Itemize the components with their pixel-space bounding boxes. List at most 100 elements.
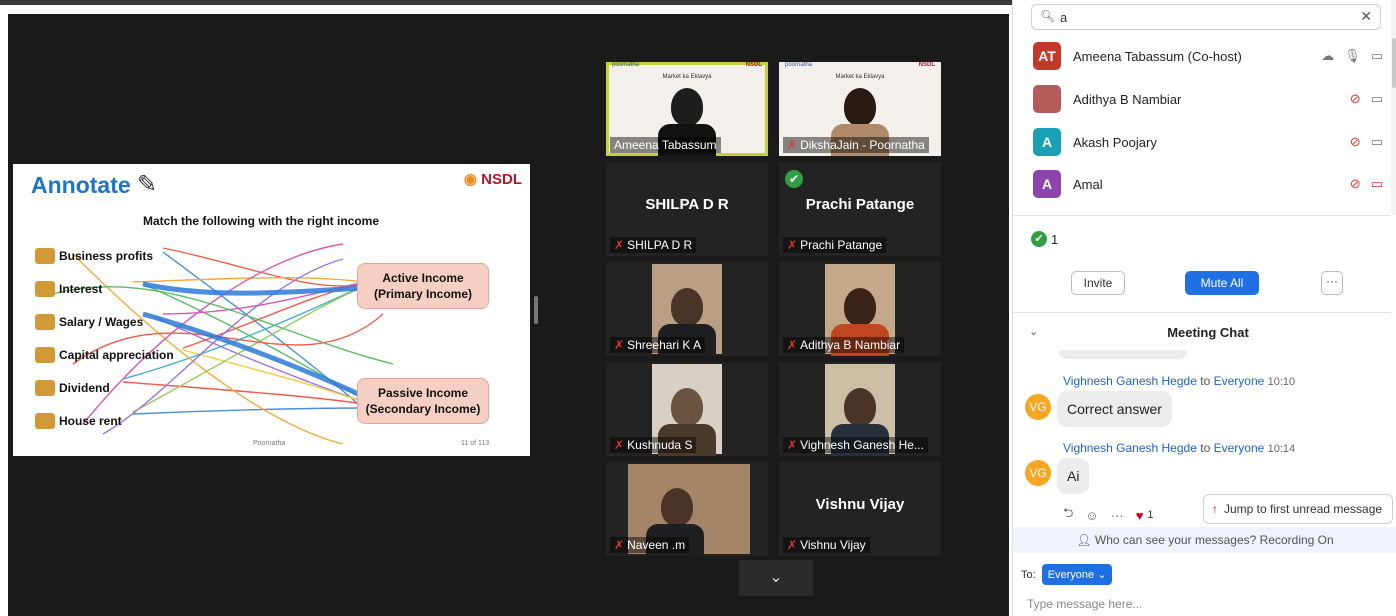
avatar: VG — [1025, 394, 1051, 420]
avatar: AT — [1033, 42, 1061, 70]
participant-head — [671, 88, 703, 126]
tile-name-label: ✗ Kushnuda S — [610, 437, 697, 453]
recipient-select[interactable]: Everyone ⌄ — [1041, 564, 1113, 585]
more-options-button[interactable]: ··· — [1321, 271, 1343, 295]
tile-name-label: ✗ DikshaJain - Poornatha — [783, 137, 929, 153]
close-icon[interactable]: ✕ — [1360, 8, 1372, 25]
video-tile[interactable]: ✗ Shreehari K A — [606, 262, 768, 356]
nonverbal-feedback-count: ✔ 1 — [1031, 231, 1058, 247]
scrollbar-thumb[interactable] — [1392, 38, 1396, 88]
tile-name-label: Ameena Tabassum — [610, 137, 721, 153]
participant-head — [671, 288, 703, 326]
jump-to-unread-button[interactable]: ↑ Jump to first unread message — [1203, 494, 1393, 524]
splitter-handle[interactable] — [534, 296, 538, 324]
slide-title: Annotate — [31, 172, 131, 198]
avatar: A — [1033, 170, 1061, 198]
participant-name: Akash Poojary — [1073, 134, 1157, 150]
side-panel: 🔍︎ a ✕ AT Ameena Tabassum (Co-host) ☁ 🎙︎… — [1012, 0, 1396, 616]
mute-all-button[interactable]: Mute All — [1185, 271, 1259, 295]
mic-muted-icon: ✗ — [614, 238, 625, 252]
item-icon — [35, 346, 55, 363]
slide-page-number: 11 of 113 — [461, 440, 490, 447]
chat-message-bubble: Ai — [1057, 458, 1090, 494]
add-reaction-icon[interactable]: ☺ — [1085, 508, 1098, 523]
income-item: Interest — [35, 272, 174, 305]
income-item: Capital appreciation — [35, 338, 174, 371]
item-icon — [35, 280, 55, 297]
video-tile[interactable]: ✗ Naveen .m — [606, 462, 768, 556]
chevron-down-icon: ⌄ — [1097, 569, 1107, 581]
microphone-muted-icon[interactable]: ⊘ — [1350, 91, 1361, 107]
mic-muted-icon: ✗ — [787, 538, 798, 552]
participant-row[interactable]: A Akash Poojary ⊘ ▭ — [1033, 124, 1383, 160]
tile-slide-header: poornatha NSDL — [612, 62, 762, 68]
video-tile[interactable]: Vishnu Vijay ✗ Vishnu Vijay — [779, 462, 941, 556]
invite-button[interactable]: Invite — [1071, 271, 1125, 295]
video-tile[interactable]: poornatha NSDL Market ka Eklavya Ameena T… — [606, 62, 768, 156]
video-camera-icon[interactable]: ▭ — [1371, 134, 1383, 150]
slide-heading: Match the following with the right incom… — [143, 214, 379, 228]
participant-row[interactable]: A Amal ⊘ ▭ — [1033, 166, 1383, 202]
video-camera-off-icon[interactable]: ▭ — [1371, 176, 1383, 192]
message-recipient: Everyone — [1213, 374, 1265, 388]
message-sender[interactable]: Vighnesh Ganesh Hegde — [1063, 374, 1197, 388]
participant-head — [844, 388, 876, 426]
search-icon: 🔍︎ — [1040, 9, 1056, 23]
participant-list-scrollbar[interactable] — [1391, 0, 1396, 215]
tile-center-name: SHILPA D R — [645, 196, 729, 213]
chat-header: ⌄ Meeting Chat — [1013, 316, 1391, 350]
mic-muted-icon: ✗ — [787, 338, 798, 352]
income-items-list: Business profits Interest Salary / Wages… — [35, 239, 174, 437]
tile-name-label: ✗ Prachi Patange — [783, 237, 887, 253]
participant-search-input[interactable]: 🔍︎ a ✕ — [1031, 4, 1381, 30]
mic-muted-icon: ✗ — [614, 338, 625, 352]
reply-icon[interactable]: ⮌ — [1063, 504, 1073, 526]
chat-message-input[interactable]: Type message here... — [1027, 597, 1142, 611]
gallery-next-page-button[interactable]: ⌄ — [739, 560, 813, 596]
mic-muted-icon: ✗ — [787, 438, 798, 452]
tile-slide-subtitle: Market ka Eklavya — [662, 74, 712, 80]
item-icon — [35, 412, 55, 429]
privacy-notice[interactable]: 👤︎ Who can see your messages? Recording … — [1013, 527, 1396, 553]
income-item: Business profits — [35, 239, 174, 272]
avatar: A — [1033, 128, 1061, 156]
microphone-muted-icon[interactable]: ⊘ — [1350, 176, 1361, 192]
avatar: VG — [1025, 460, 1051, 486]
heart-icon[interactable]: ♥ — [1136, 508, 1144, 523]
to-label: To: — [1021, 568, 1036, 581]
video-tile[interactable]: poornatha NSDL Market ka Eklavya ✗ DikshaJ… — [779, 62, 941, 156]
tile-name-label: ✗ Naveen .m — [610, 537, 690, 553]
tile-center-name: Prachi Patange — [805, 196, 915, 213]
chat-title: Meeting Chat — [1167, 325, 1249, 340]
participant-name: Adithya B Nambiar — [1073, 91, 1182, 107]
tile-center-name: Vishnu Vijay — [815, 496, 905, 513]
tile-slide-header: poornatha NSDL — [785, 62, 935, 68]
item-icon — [35, 379, 55, 396]
tile-name-label: ✗ Adithya B Nambiar — [783, 337, 905, 353]
divider — [1013, 215, 1391, 216]
video-tile[interactable]: ✗ Adithya B Nambiar — [779, 262, 941, 356]
video-tile[interactable]: ✗ Kushnuda S — [606, 362, 768, 456]
message-sender[interactable]: Vighnesh Ganesh Hegde — [1063, 441, 1197, 455]
more-icon[interactable]: ··· — [1111, 508, 1124, 523]
recipient-row: To: Everyone ⌄ — [1021, 564, 1113, 585]
video-tile[interactable]: ✗ Vighnesh Ganesh He... — [779, 362, 941, 456]
income-item: Dividend — [35, 371, 174, 404]
participant-head — [661, 488, 693, 526]
reaction-count: 1 — [1147, 509, 1154, 521]
mic-muted-icon: ✗ — [787, 138, 798, 152]
item-icon — [35, 313, 55, 330]
microphone-icon[interactable]: 🎙︎ — [1344, 48, 1361, 64]
video-camera-icon[interactable]: ▭ — [1371, 48, 1383, 64]
video-camera-icon[interactable]: ▭ — [1371, 91, 1383, 107]
income-item: Salary / Wages — [35, 305, 174, 338]
check-icon: ✔ — [1031, 231, 1047, 247]
participant-row[interactable]: Adithya B Nambiar ⊘ ▭ — [1033, 81, 1383, 117]
video-tile[interactable]: ✔ Prachi Patange ✗ Prachi Patange — [779, 162, 941, 256]
video-tile[interactable]: SHILPA D R ✗ SHILPA D R — [606, 162, 768, 256]
search-value: a — [1060, 10, 1068, 25]
participant-name: Ameena Tabassum (Co-host) — [1073, 48, 1242, 64]
microphone-muted-icon[interactable]: ⊘ — [1350, 134, 1361, 150]
pencil-icon: ✎ — [137, 171, 158, 198]
participant-row[interactable]: AT Ameena Tabassum (Co-host) ☁ 🎙︎ ▭ — [1033, 38, 1383, 74]
